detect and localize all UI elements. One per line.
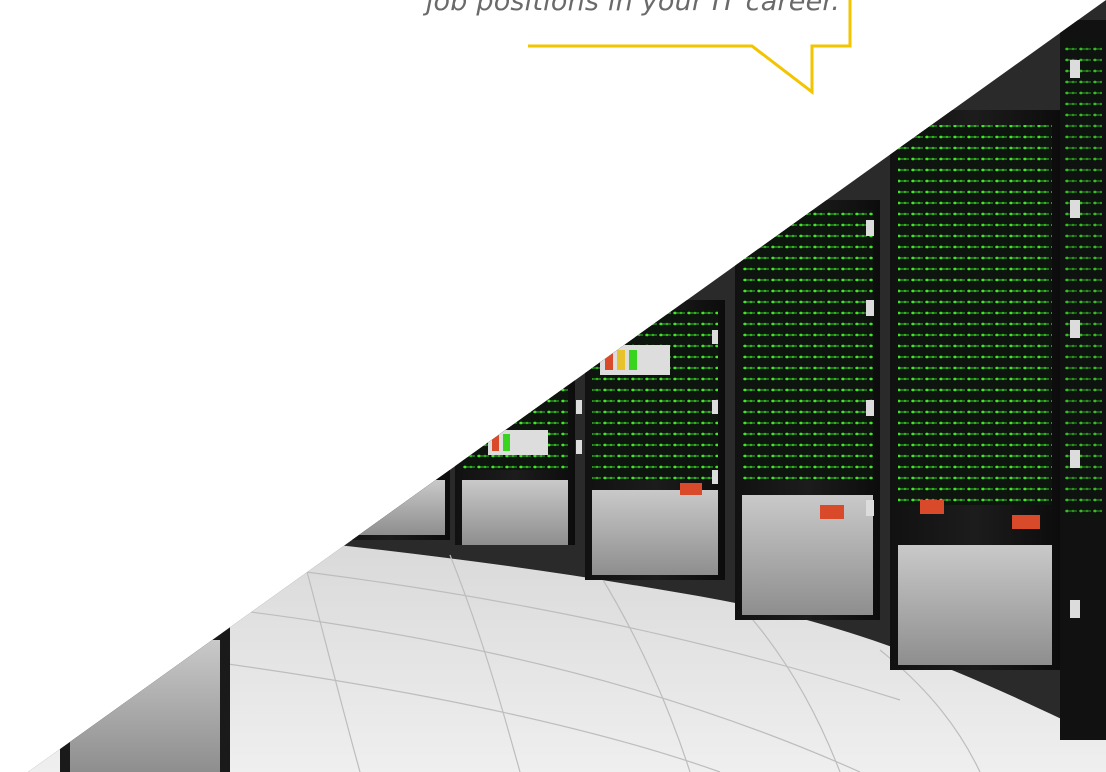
page: job positions in your IT career. bbox=[0, 0, 1106, 772]
photo-content bbox=[28, 0, 1106, 772]
server-room-photo bbox=[28, 0, 1106, 772]
quote-text: job positions in your IT career. bbox=[425, 0, 840, 17]
